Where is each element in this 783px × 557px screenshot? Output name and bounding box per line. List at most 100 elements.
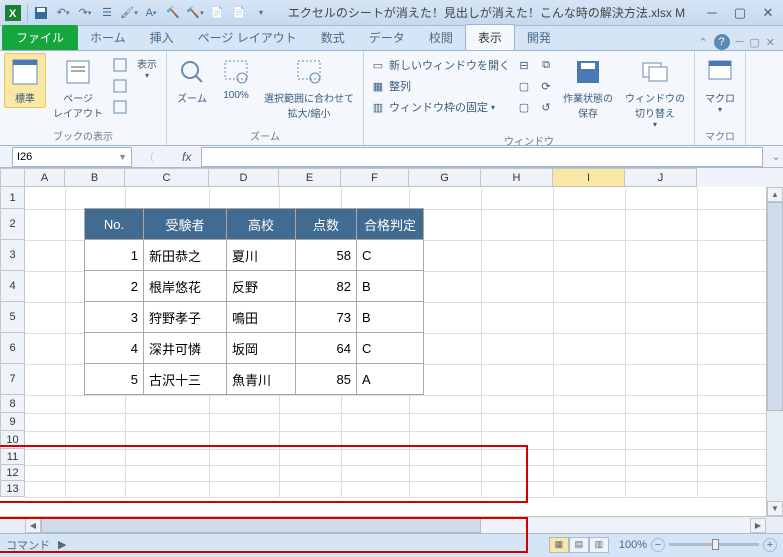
row-header-11[interactable]: 11	[0, 449, 25, 465]
doc-close-icon[interactable]: ✕	[766, 36, 775, 49]
col-header-H[interactable]: H	[481, 168, 553, 187]
qat-icon-6[interactable]: 📄	[207, 3, 227, 23]
horizontal-scrollbar[interactable]: ◀ ▶	[0, 516, 783, 533]
row-header-7[interactable]: 7	[0, 364, 25, 395]
col-header-J[interactable]: J	[625, 168, 697, 187]
fx-icon[interactable]: fx	[172, 150, 201, 164]
hide-button[interactable]: ▢	[514, 77, 534, 95]
reset-position-button[interactable]: ↺	[536, 98, 556, 116]
macros-button[interactable]: マクロ▾	[699, 53, 741, 117]
namebox-dropdown-icon[interactable]: ▼	[118, 152, 127, 162]
tab-formulas[interactable]: 数式	[309, 25, 357, 50]
page-layout-view-button[interactable]: ページ レイアウト	[48, 53, 108, 123]
row-header-12[interactable]: 12	[0, 465, 25, 481]
unhide-button[interactable]: ▢	[514, 98, 534, 116]
custom-views-button[interactable]	[110, 77, 130, 95]
show-button[interactable]: 表示 ▾	[132, 53, 162, 83]
row-header-10[interactable]: 10	[0, 431, 25, 449]
minimize-button[interactable]: ─	[701, 5, 723, 21]
col-header-F[interactable]: F	[341, 168, 409, 187]
row-header-3[interactable]: 3	[0, 240, 25, 271]
select-all-corner[interactable]	[0, 168, 25, 187]
switch-windows-button[interactable]: ウィンドウの 切り替え▾	[620, 53, 690, 132]
row-header-9[interactable]: 9	[0, 413, 25, 431]
excel-app-icon[interactable]: X	[4, 4, 22, 22]
record-macro-icon[interactable]: ▶	[58, 538, 66, 551]
col-header-B[interactable]: B	[65, 168, 125, 187]
tab-view[interactable]: 表示	[465, 24, 515, 50]
arrange-all-button[interactable]: ▦整列	[368, 77, 512, 95]
zoom-selection-button[interactable]: 選択範囲に合わせて 拡大/縮小	[259, 53, 359, 123]
scroll-left-icon[interactable]: ◀	[25, 518, 41, 533]
row-header-5[interactable]: 5	[0, 302, 25, 333]
close-button[interactable]: ✕	[757, 5, 779, 21]
view-normal-button[interactable]: 標準	[4, 53, 46, 108]
pagebreak-preview-button[interactable]	[110, 56, 130, 74]
zoom-button[interactable]: ズーム	[171, 53, 213, 108]
col-header-I[interactable]: I	[553, 168, 625, 187]
zoom-100-button[interactable]: 100%	[215, 53, 257, 104]
tab-review[interactable]: 校閲	[417, 25, 465, 50]
row-header-8[interactable]: 8	[0, 395, 25, 413]
collapse-ribbon-icon[interactable]: ⌃	[698, 36, 707, 49]
th-school[interactable]: 高校	[226, 208, 296, 240]
qat-icon-3[interactable]: A▾	[141, 3, 161, 23]
fullscreen-button[interactable]	[110, 98, 130, 116]
undo-icon[interactable]: ↶▾	[53, 3, 73, 23]
view-normal-status[interactable]: ▦	[549, 537, 569, 553]
tab-insert[interactable]: 挿入	[138, 25, 186, 50]
split-button[interactable]: ⊟	[514, 56, 534, 74]
save-icon[interactable]	[31, 3, 51, 23]
qat-icon-1[interactable]: ☰	[97, 3, 117, 23]
th-name[interactable]: 受験者	[143, 208, 227, 240]
restore-button[interactable]: ▢	[729, 5, 751, 21]
tab-developer[interactable]: 開発	[515, 25, 563, 50]
cells-area[interactable]: No. 受験者 高校 点数 合格判定 1新田恭之夏川58C 2根岸悠花反野82B…	[25, 187, 783, 497]
row-header-6[interactable]: 6	[0, 333, 25, 364]
zoom-slider-handle[interactable]	[712, 539, 719, 550]
qat-icon-4[interactable]: 🔨	[163, 3, 183, 23]
zoom-level[interactable]: 100%	[619, 539, 647, 551]
col-header-A[interactable]: A	[25, 168, 65, 187]
view-pagebreak-status[interactable]: ▥	[589, 537, 609, 553]
formula-input[interactable]	[201, 147, 763, 167]
sync-scroll-button[interactable]: ⟳	[536, 77, 556, 95]
redo-icon[interactable]: ↷▾	[75, 3, 95, 23]
view-pagelayout-status[interactable]: ▤	[569, 537, 589, 553]
row-header-1[interactable]: 1	[0, 187, 25, 209]
col-header-D[interactable]: D	[209, 168, 279, 187]
col-header-C[interactable]: C	[125, 168, 209, 187]
tab-pagelayout[interactable]: ページ レイアウト	[186, 25, 309, 50]
th-score[interactable]: 点数	[295, 208, 357, 240]
name-box[interactable]: I26▼	[12, 147, 132, 167]
col-header-G[interactable]: G	[409, 168, 481, 187]
new-window-button[interactable]: ▭新しいウィンドウを開く	[368, 56, 512, 74]
th-result[interactable]: 合格判定	[356, 208, 424, 240]
side-by-side-button[interactable]: ⧉	[536, 56, 556, 74]
qat-icon-5[interactable]: 🔨▾	[185, 3, 205, 23]
th-no[interactable]: No.	[84, 208, 144, 240]
tab-file[interactable]: ファイル	[2, 25, 78, 50]
zoom-out-button[interactable]: −	[651, 538, 665, 552]
row-header-2[interactable]: 2	[0, 209, 25, 240]
help-icon[interactable]: ?	[714, 34, 730, 50]
save-workspace-button[interactable]: 作業状態の 保存	[558, 53, 618, 123]
scroll-right-icon[interactable]: ▶	[750, 518, 766, 533]
freeze-panes-button[interactable]: ▥ウィンドウ枠の固定▾	[368, 98, 512, 116]
doc-minimize-icon[interactable]: ─	[736, 36, 744, 48]
qat-icon-2[interactable]: 🖌▾	[119, 3, 139, 23]
row-header-4[interactable]: 4	[0, 271, 25, 302]
row-header-13[interactable]: 13	[0, 481, 25, 497]
formula-expand-icon[interactable]: ⌄	[769, 150, 783, 163]
zoom-in-button[interactable]: +	[763, 538, 777, 552]
qat-customize-icon[interactable]: ▾	[251, 3, 271, 23]
vertical-scrollbar[interactable]: ▲ ▼	[766, 187, 783, 516]
hscroll-thumb[interactable]	[41, 518, 481, 533]
zoom-slider[interactable]	[669, 543, 759, 546]
tab-home[interactable]: ホーム	[78, 25, 138, 50]
scroll-up-icon[interactable]: ▲	[767, 187, 783, 202]
tab-data[interactable]: データ	[357, 25, 417, 50]
qat-icon-7[interactable]: 📄	[229, 3, 249, 23]
doc-restore-icon[interactable]: ▢	[749, 36, 759, 49]
vscroll-thumb[interactable]	[767, 202, 783, 411]
